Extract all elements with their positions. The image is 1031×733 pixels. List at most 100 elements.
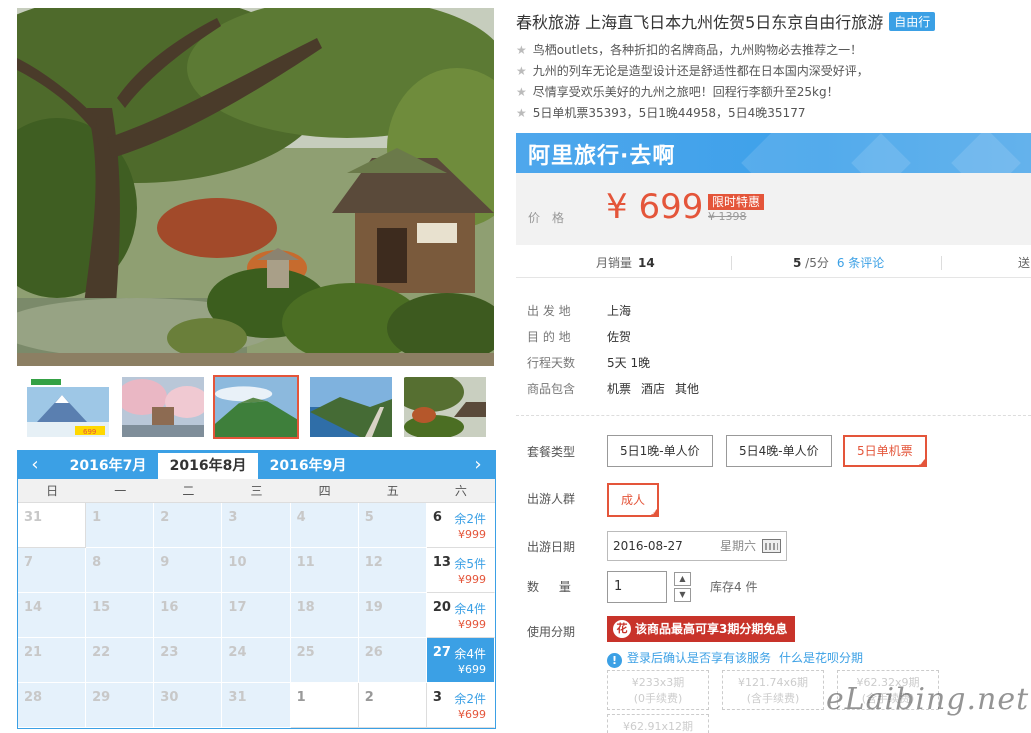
calendar-day-number: 14 [24,600,43,615]
calendar-day-number: 11 [296,555,315,570]
calendar-day-number: 25 [296,645,315,660]
garden-temple-illustration [17,8,494,366]
huabei-icon: 花 [613,620,631,638]
package-option-1[interactable]: 5日1晚-单人价 [607,435,713,467]
travel-date-label: 出游日期 [527,540,576,554]
thumbnail-mount-fuji-ad[interactable]: 699 [27,377,109,437]
weekday-fri: 五 [386,484,399,498]
reviews-link[interactable]: 6 条评论 [837,256,884,270]
calendar-week-row: 7 8 9 10 11 12 13 余5件 ¥999 [18,548,495,593]
divider [516,277,1031,278]
calendar-day-stock: 余2件 [454,512,486,526]
huabei-installment-banner[interactable]: 花 该商品最高可享3期分期免息 [607,616,796,642]
calendar-day: 1 [290,683,359,728]
calendar-day: 14 [18,593,87,638]
calendar-day-price: ¥999 [457,528,486,541]
installment-plan-3[interactable]: ¥233x3期 (0手续费) [607,670,709,710]
star-icon: ★ [516,106,527,120]
installment-plan-6[interactable]: ¥121.74x6期 (含手续费) [722,670,824,710]
current-price: ¥ 699 [606,187,704,227]
feature-item: ★ 5日单机票35393，5日1晚44958，5日4晚35177 [516,106,806,120]
calendar-header: ‹ 2016年7月 2016年8月 2016年9月 › [18,451,495,479]
info-departure: 出 发 地上海 [527,304,632,318]
calendar-day-number: 28 [24,690,43,705]
calendar-day: 11 [290,548,359,593]
calendar-day: 12 [358,548,427,593]
calendar-day: 30 [154,683,223,728]
info-duration: 行程天数 5天 1晚 [527,356,651,370]
calendar-day: 17 [222,593,291,638]
calendar-day-price: ¥699 [457,708,486,721]
calendar-day-number: 6 [432,510,442,525]
feature-item: ★ 尽情享受欢乐美好的九州之旅吧！回程行李额升至25kg！ [516,85,839,99]
calendar-day-number: 23 [160,645,179,660]
thumbnail-cherry-blossom[interactable] [122,377,204,437]
calendar-day: 28 [18,683,87,728]
calendar-day-number: 9 [160,555,170,570]
thumbnail-volcano-selected[interactable] [213,375,299,439]
calendar-day-price: ¥699 [457,663,486,676]
alitrip-logo: 阿里旅行·去啊 [528,144,676,169]
monthly-sales: 月销量 14 [596,256,655,270]
traveler-group-label: 出游人群 [527,492,576,506]
calendar-day-number: 12 [364,555,383,570]
price-box: 阿里旅行·去啊 价格 ¥ 699 限时特惠 ¥ 1398 [516,133,1031,245]
travel-date-value: 2016-08-27 [613,539,683,553]
huabei-note: ! 登录后确认是否享有该服务 什么是花呗分期 [607,649,863,668]
calendar-day: 19 [358,593,427,638]
calendar-day-stock: 余4件 [454,647,486,661]
calendar-day-number: 5 [364,510,374,525]
calendar-day: 21 [18,638,87,683]
package-option-2[interactable]: 5日4晚-单人价 [726,435,832,467]
calendar-day-available[interactable]: 3 余2件 ¥699 [426,683,495,728]
calendar-tab-august[interactable]: 2016年8月 [158,453,258,479]
calendar-weekday-row: 日 一 二 三 四 五 六 [18,479,495,503]
calendar-next-month-button[interactable]: › [463,451,493,479]
calendar-day: 8 [86,548,155,593]
quantity-decrease-button[interactable]: ▼ [674,588,691,602]
calendar-icon[interactable] [762,539,781,553]
calendar-day: 3 [222,503,291,548]
calendar-day-number: 1 [92,510,102,525]
calendar-day-available[interactable]: 6 余2件 ¥999 [426,503,495,548]
caret-down-icon: ▼ [679,590,686,599]
calendar-day-number: 31 [228,690,247,705]
calendar-prev-month-button[interactable]: ‹ [20,451,50,479]
calendar-day-available[interactable]: 20 余4件 ¥999 [426,593,495,638]
feature-item: ★ 九州的列车无论是造型设计还是舒适性都在日本国内深受好评， [516,64,869,78]
calendar-day-available[interactable]: 27 余4件 ¥699 [426,638,495,683]
travel-date-weekday: 星期六 [719,539,756,553]
package-type-label: 套餐类型 [527,445,576,459]
original-price: ¥ 1398 [708,210,747,223]
calendar-day: 23 [154,638,223,683]
calendar-day-number: 19 [364,600,383,615]
quantity-increase-button[interactable]: ▲ [674,572,691,586]
what-is-huabei-link[interactable]: 什么是花呗分期 [779,651,863,665]
star-icon: ★ [516,43,527,57]
package-option-3-selected[interactable]: 5日单机票 [843,435,927,467]
calendar-week-row: 28 29 30 31 1 2 3 余2件 ¥699 [18,683,495,728]
feature-list: ★ 鸟栖outlets，各种折扣的名牌商品，九州购物必去推荐之一！ ★ 九州的列车无… [516,40,869,124]
installment-plan-12[interactable]: ¥62.91x12期 [607,714,709,733]
trip-info: 出 发 地上海 目 的 地佐贺 行程天数 5天 1晚 商品包含 机票 酒店 其他 [527,298,709,402]
calendar-tab-september[interactable]: 2016年9月 [258,453,358,479]
weekday-wed: 三 [250,484,263,498]
quantity-label: 数 量 [527,580,579,594]
site-watermark: eLaibing.net [826,682,1030,717]
calendar-day-available[interactable]: 13 余5件 ¥999 [426,548,495,593]
calendar-day-number: 26 [364,645,383,660]
calendar-tab-july[interactable]: 2016年7月 [58,453,158,479]
calendar-day-number: 2 [160,510,170,525]
weekday-sun: 日 [46,484,59,498]
calendar-day-number: 7 [24,555,34,570]
quantity-input[interactable]: 1 [607,571,667,603]
calendar-day: 5 [358,503,427,548]
calendar-day-number: 29 [92,690,111,705]
traveler-adult-option[interactable]: 成人 [607,483,660,517]
travel-date-field[interactable]: 2016-08-27 星期六 [607,531,787,561]
thumbnail-temple-garden[interactable] [404,377,486,437]
calendar-day: 22 [86,638,155,683]
calendar-day: 9 [154,548,223,593]
thumbnail-coastline[interactable] [310,377,392,437]
calendar-day: 18 [290,593,359,638]
